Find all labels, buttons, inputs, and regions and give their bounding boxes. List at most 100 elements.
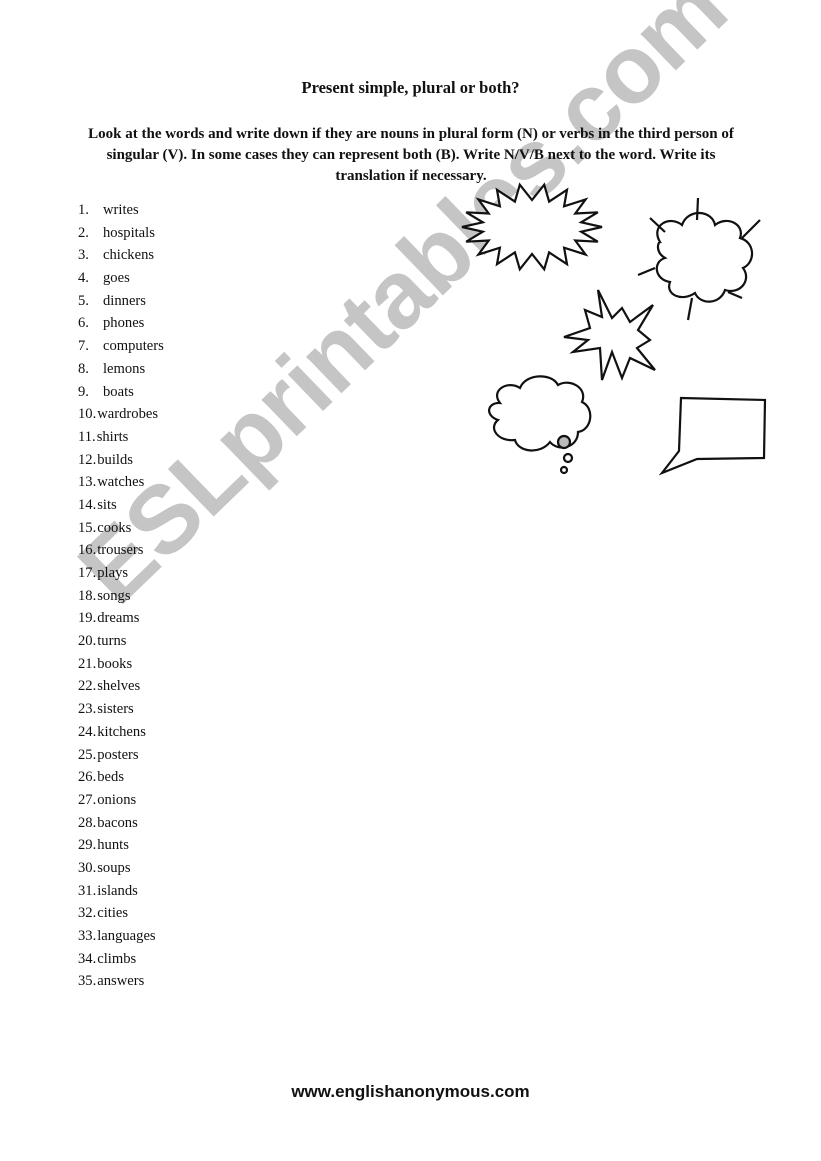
word-text: shirts	[96, 428, 129, 445]
word-number: 9.	[78, 383, 89, 400]
word-number: 30.	[78, 859, 97, 876]
word-number: 35.	[78, 973, 97, 990]
word-item: 9. boats	[78, 381, 164, 404]
word-item: 20.turns	[78, 630, 164, 653]
word-text: hospitals	[103, 224, 155, 241]
word-text: boats	[103, 383, 134, 400]
word-text: plays	[97, 565, 129, 581]
word-list: 1. writes 2. hospitals 3. chickens 4. goes 5. din…	[78, 199, 164, 993]
word-text: books	[97, 655, 133, 672]
star-burst-bubble-icon	[563, 289, 656, 382]
word-item: 4. goes	[78, 267, 164, 290]
word-item: 15.cooks	[78, 517, 164, 540]
word-item: 32.cities	[78, 902, 164, 925]
word-number: 1.	[78, 202, 89, 218]
word-text: lemons	[103, 360, 146, 377]
word-text: dinners	[103, 292, 146, 309]
word-item: 7. computers	[78, 335, 164, 358]
word-text: watches	[97, 474, 145, 491]
word-text: dreams	[97, 610, 140, 627]
word-number: 3.	[78, 247, 89, 264]
word-text: kitchens	[97, 723, 146, 740]
word-number: 23.	[78, 701, 97, 718]
word-text: soups	[97, 859, 131, 876]
word-number: 15.	[78, 519, 97, 536]
word-item: 28.bacons	[78, 812, 164, 835]
word-item: 31.islands	[78, 880, 164, 903]
instructions: Look at the words and write down if they…	[88, 126, 734, 184]
word-item: 2. hospitals	[78, 222, 164, 245]
word-number: 13.	[78, 474, 97, 491]
word-item: 22.shelves	[78, 675, 164, 698]
word-number: 17.	[78, 565, 97, 581]
word-number: 18.	[78, 587, 97, 604]
word-item: 34.climbs	[78, 948, 164, 971]
word-item: 8. lemons	[78, 358, 164, 381]
word-number: 32.	[78, 905, 97, 922]
word-item: 10.wardrobes	[78, 403, 164, 426]
word-number: 31.	[78, 882, 97, 899]
word-text: hunts	[97, 837, 129, 854]
word-text: computers	[103, 338, 164, 355]
word-item: 24.kitchens	[78, 721, 164, 744]
word-item: 25.posters	[78, 744, 164, 767]
word-number: 34.	[78, 950, 97, 967]
word-item: 19.dreams	[78, 607, 164, 630]
word-item: 5. dinners	[78, 290, 164, 313]
rectangular-speech-bubble-icon	[658, 396, 767, 476]
word-number: 6.	[78, 315, 89, 332]
word-text: posters	[97, 746, 139, 763]
word-item: 1. writes	[78, 199, 164, 222]
word-text: trousers	[97, 542, 144, 559]
spiky-oval-bubble-icon	[461, 182, 603, 272]
word-item: 6. phones	[78, 312, 164, 335]
explosion-cloud-bubble-icon	[637, 197, 761, 321]
word-item: 21.books	[78, 653, 164, 676]
word-item: 17.plays	[78, 562, 164, 585]
word-number: 19.	[78, 610, 97, 627]
word-text: shelves	[97, 678, 141, 695]
word-text: climbs	[97, 950, 137, 967]
word-number: 29.	[78, 837, 97, 854]
speech-bubbles-illustration	[461, 182, 767, 476]
word-item: 30.soups	[78, 857, 164, 880]
word-item: 13.watches	[78, 471, 164, 494]
word-number: 4.	[78, 270, 89, 287]
word-text: onions	[97, 791, 137, 808]
worksheet-title: Present simple, plural or both?	[301, 78, 520, 97]
word-item: 12.builds	[78, 449, 164, 472]
word-item: 16.trousers	[78, 539, 164, 562]
word-item: 14.sits	[78, 494, 164, 517]
word-number: 26.	[78, 769, 97, 786]
word-item: 29.hunts	[78, 834, 164, 857]
word-text: songs	[97, 587, 131, 604]
word-text: phones	[103, 315, 145, 332]
word-text: sits	[97, 496, 117, 513]
word-text: cities	[97, 905, 129, 922]
word-number: 20.	[78, 633, 97, 650]
word-number: 24.	[78, 723, 97, 740]
word-number: 12.	[78, 451, 97, 468]
word-text: turns	[97, 633, 127, 650]
word-text: beds	[97, 769, 125, 786]
word-item: 35.answers	[78, 970, 164, 993]
footer-url: www.englishanonymous.com	[291, 1082, 530, 1101]
word-number: 10.	[78, 406, 97, 423]
word-text: chickens	[103, 247, 155, 264]
word-text: cooks	[97, 519, 132, 536]
word-text: answers	[97, 973, 145, 990]
word-number: 27.	[78, 791, 97, 808]
word-number: 33.	[78, 928, 97, 944]
word-number: 2.	[78, 224, 89, 241]
word-number: 14.	[78, 496, 97, 513]
word-text: goes	[103, 270, 130, 287]
word-number: 16.	[78, 542, 97, 559]
thought-cloud-bubble-icon	[488, 375, 592, 475]
word-text: wardrobes	[97, 406, 159, 423]
word-item: 3. chickens	[78, 244, 164, 267]
word-number: 21.	[78, 655, 97, 672]
word-text: bacons	[97, 814, 138, 831]
word-text: builds	[97, 451, 133, 468]
word-number: 22.	[78, 678, 97, 695]
word-text: writes	[103, 202, 139, 218]
